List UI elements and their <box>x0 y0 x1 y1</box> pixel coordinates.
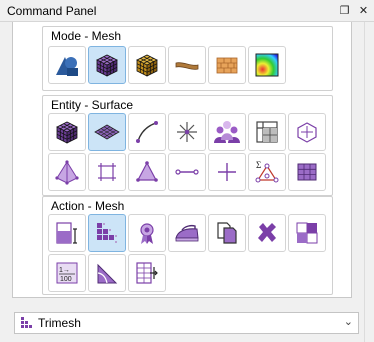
entity-group: Entity - Surface Σ <box>42 95 333 196</box>
grid-block-icon <box>256 121 278 143</box>
restore-icon[interactable]: ❐ <box>337 3 352 18</box>
entity-tri-button[interactable] <box>128 153 166 191</box>
node-star-icon <box>177 122 197 142</box>
mesh-gold-mode-button[interactable] <box>128 46 166 84</box>
crosshair-node-icon <box>218 163 236 181</box>
command-panel-titlebar: Command Panel ❐ ✕ <box>0 0 374 22</box>
chevron-down-icon[interactable]: ⌄ <box>344 315 353 328</box>
refine-quad-icon <box>296 222 318 244</box>
quad-icon <box>98 163 116 181</box>
action-measure-button[interactable] <box>88 254 126 292</box>
brick-wall-icon <box>216 57 238 74</box>
interval-size-icon <box>56 222 77 244</box>
action-delete-button[interactable] <box>248 214 286 252</box>
mesh-mode-button[interactable] <box>88 46 126 84</box>
action-interval-button[interactable] <box>48 214 86 252</box>
entity-quad-button[interactable] <box>88 153 126 191</box>
entity-tet-button[interactable] <box>48 153 86 191</box>
delete-x-icon <box>258 223 276 242</box>
entity-sideset-button[interactable]: Σ <box>248 153 286 191</box>
boundary-conditions-mode-button[interactable] <box>168 46 206 84</box>
geometry-shapes-icon <box>56 57 78 76</box>
element-grid-icon <box>297 163 317 181</box>
svg-text:Σ: Σ <box>256 160 261 170</box>
close-icon[interactable]: ✕ <box>356 3 371 18</box>
people-group-icon <box>214 121 240 143</box>
entity-element-block-button[interactable] <box>288 153 326 191</box>
entity-surface-button[interactable] <box>88 113 126 151</box>
svg-text:100: 100 <box>60 276 72 283</box>
action-scale-button[interactable] <box>128 254 166 292</box>
mesh-generate-icon <box>97 223 117 243</box>
curve-icon <box>136 121 158 143</box>
contour-plot-icon <box>255 53 279 77</box>
renumber-icon: 1→ 100 <box>56 262 78 284</box>
entity-group-button[interactable] <box>208 113 246 151</box>
entity-node-button[interactable] <box>168 113 206 151</box>
entity-edge-button[interactable] <box>168 153 206 191</box>
action-copy-button[interactable] <box>208 214 246 252</box>
award-ribbon-icon <box>140 223 154 244</box>
entity-volume-button[interactable] <box>48 113 86 151</box>
geometry-mode-button[interactable] <box>48 46 86 84</box>
mode-group-label: Mode - Mesh <box>51 29 122 43</box>
smoothing-iron-icon <box>175 224 199 242</box>
action-smooth-button[interactable] <box>168 214 206 252</box>
angle-measure-icon <box>97 263 118 284</box>
panel-title: Command Panel <box>7 4 97 18</box>
entity-curve-button[interactable] <box>128 113 166 151</box>
edge-icon <box>175 169 199 175</box>
action-mesh-button[interactable] <box>88 214 126 252</box>
mesh-scheme-dropdown[interactable]: Trimesh ⌄ <box>14 312 359 334</box>
action-group: Action - Mesh 1→ 100 <box>42 196 333 295</box>
triangle-icon <box>136 161 158 182</box>
panel-scroll-gutter <box>364 22 374 342</box>
mode-group: Mode - Mesh <box>42 26 333 91</box>
entity-group-label: Entity - Surface <box>51 98 134 112</box>
tetrahedron-icon <box>55 160 79 185</box>
sideset-icon: Σ <box>255 160 279 183</box>
action-refine-button[interactable] <box>288 214 326 252</box>
mesh-cube-icon <box>96 54 118 77</box>
beam-icon <box>175 62 199 70</box>
analysis-mode-button[interactable] <box>248 46 286 84</box>
copy-pages-icon <box>217 222 237 244</box>
entity-nodeset-button[interactable] <box>288 113 326 151</box>
mesh-scheme-selected: Trimesh <box>38 316 81 330</box>
material-mode-button[interactable] <box>208 46 246 84</box>
nodeset-icon <box>297 122 317 143</box>
entity-point-button[interactable] <box>208 153 246 191</box>
action-quality-button[interactable] <box>128 214 166 252</box>
action-group-label: Action - Mesh <box>51 199 125 213</box>
trimesh-icon <box>21 317 32 328</box>
action-renumber-button[interactable]: 1→ 100 <box>48 254 86 292</box>
entity-block-button[interactable] <box>248 113 286 151</box>
grid-arrow-icon <box>136 262 158 284</box>
svg-text:1→: 1→ <box>59 267 70 274</box>
gold-mesh-cube-icon <box>136 54 158 77</box>
volume-mesh-icon <box>56 121 78 144</box>
surface-mesh-icon <box>94 124 120 140</box>
